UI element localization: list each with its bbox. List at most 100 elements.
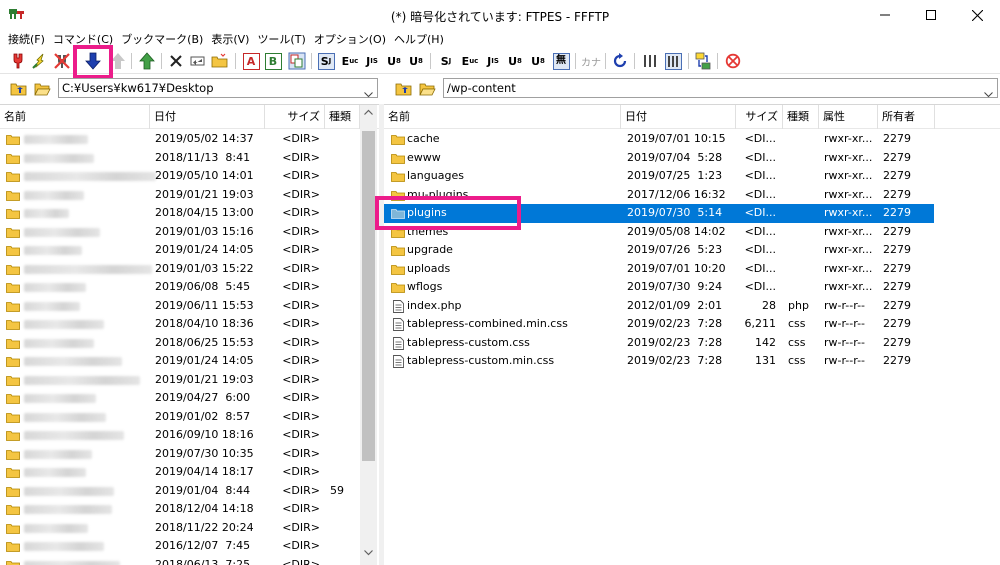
list-item[interactable]: 2019/01/04 8:44 <DIR> 59 xyxy=(0,482,379,501)
stop-icon[interactable] xyxy=(723,51,743,71)
menu-item[interactable]: 接続(F) xyxy=(4,31,49,47)
auto-mode-icon[interactable] xyxy=(287,51,307,71)
binary-mode-icon[interactable]: B xyxy=(263,51,283,71)
list-item[interactable]: 2019/01/03 15:22 <DIR> xyxy=(0,260,379,279)
remote-list-item-upgrade[interactable]: upgrade 2019/07/26 5:23 <DI... rwxr-xr... 22… xyxy=(384,241,1000,260)
local-parent-dir-icon[interactable] xyxy=(9,79,27,97)
euc-icon[interactable]: Euc xyxy=(340,51,360,71)
remote-path-combo[interactable]: /wp-content xyxy=(443,78,998,98)
list-item[interactable]: 2019/06/11 15:53 <DIR> xyxy=(0,297,379,316)
remote-column-owner[interactable]: 所有者 xyxy=(878,105,935,129)
scroll-up-icon[interactable] xyxy=(360,109,377,123)
menu-item[interactable]: ツール(T) xyxy=(253,31,309,47)
local-column-name[interactable]: 名前 xyxy=(0,105,150,129)
remote-column-type[interactable]: 種類 xyxy=(783,105,819,129)
disconnect-icon[interactable] xyxy=(52,51,72,71)
list-item[interactable]: 2016/12/07 7:45 <DIR> xyxy=(0,537,379,556)
sjis-icon[interactable]: SJ xyxy=(316,51,336,71)
download-icon[interactable] xyxy=(83,51,103,71)
remote-list-item-tablepress-combined-min-css[interactable]: tablepress-combined.min.css 2019/02/23 7:… xyxy=(384,315,1000,334)
remote-list-item-ewww[interactable]: ewww 2019/07/04 5:28 <DI... rwxr-xr... 2279 xyxy=(384,149,1000,168)
list-view-icon[interactable] xyxy=(640,51,660,71)
remote-list-item-mu-plugins[interactable]: mu-plugins 2017/12/06 16:32 <DI... rwxr-xr.… xyxy=(384,186,1000,205)
local-path-combo[interactable]: C:¥Users¥kw617¥Desktop xyxy=(58,78,378,98)
remote-parent-dir-icon[interactable] xyxy=(394,79,412,97)
local-file-list[interactable]: 名前 日付 サイズ 種類 2019/05/02 14:37 <DIR> 2018/1… xyxy=(0,104,379,565)
list-item[interactable]: 2019/07/30 10:35 <DIR> xyxy=(0,445,379,464)
list-item[interactable]: 2019/04/27 6:00 <DIR> xyxy=(0,389,379,408)
mirror-upload-icon[interactable] xyxy=(137,51,157,71)
remote-sjis-icon[interactable]: SJ xyxy=(436,51,456,71)
local-scroll-thumb[interactable] xyxy=(362,131,375,461)
local-open-folder-icon[interactable] xyxy=(33,79,51,97)
list-item[interactable]: 2018/04/10 18:36 <DIR> xyxy=(0,315,379,334)
remote-utf8-icon[interactable]: U8 xyxy=(505,51,525,71)
close-button[interactable] xyxy=(954,0,1000,30)
remote-column-size[interactable]: サイズ xyxy=(736,105,783,129)
remote-list-item-index-php[interactable]: index.php 2012/01/09 2:01 28 php rw-r--r-- 22… xyxy=(384,297,1000,316)
list-item[interactable]: 2018/11/13 8:41 <DIR> xyxy=(0,149,379,168)
menu-item[interactable]: 表示(V) xyxy=(207,31,253,47)
remote-file-list[interactable]: 名前 日付 サイズ 種類 属性 所有者 cache 2019/07/01 10:1… xyxy=(384,104,1000,565)
rename-icon[interactable] xyxy=(188,51,208,71)
menu-item[interactable]: ヘルプ(H) xyxy=(390,31,448,47)
remote-list-item-languages[interactable]: languages 2019/07/25 1:23 <DI... rwxr-xr...… xyxy=(384,167,1000,186)
list-item[interactable]: 2019/01/24 14:05 <DIR> xyxy=(0,241,379,260)
delete-icon[interactable] xyxy=(166,51,186,71)
list-item[interactable]: 2019/01/24 14:05 <DIR> xyxy=(0,352,379,371)
remote-open-folder-icon[interactable] xyxy=(418,79,436,97)
detail-view-icon[interactable] xyxy=(663,51,683,71)
remote-column-date[interactable]: 日付 xyxy=(621,105,736,129)
list-item[interactable]: 2019/01/21 19:03 <DIR> xyxy=(0,186,379,205)
connect-icon[interactable] xyxy=(8,51,28,71)
quick-connect-icon[interactable] xyxy=(30,51,50,71)
mkdir-icon[interactable] xyxy=(210,51,230,71)
menu-item[interactable]: コマンド(C) xyxy=(49,31,117,47)
kana-convert-icon[interactable]: カナ xyxy=(581,51,601,71)
list-item[interactable]: 2018/04/15 13:00 <DIR> xyxy=(0,204,379,223)
list-item[interactable]: 2018/06/25 15:53 <DIR> xyxy=(0,334,379,353)
utf8bom-icon[interactable]: U8 xyxy=(406,51,426,71)
scroll-down-icon[interactable] xyxy=(360,550,377,564)
list-item[interactable]: 2019/01/02 8:57 <DIR> xyxy=(0,408,379,427)
remote-jis-icon[interactable]: J IS xyxy=(483,51,503,71)
list-item[interactable]: 2019/04/14 18:17 <DIR> xyxy=(0,463,379,482)
menu-item[interactable]: ブックマーク(B) xyxy=(117,31,207,47)
maximize-button[interactable] xyxy=(908,0,954,30)
list-item[interactable]: 2018/06/13 7:25 <DIR> xyxy=(0,556,379,565)
list-item[interactable]: 2019/05/10 14:01 <DIR> xyxy=(0,167,379,186)
list-item[interactable]: 2019/01/21 19:03 <DIR> xyxy=(0,371,379,390)
remote-list-item-plugins[interactable]: plugins 2019/07/30 5:14 <DI... rwxr-xr... 22… xyxy=(384,204,1000,223)
local-scrollbar[interactable] xyxy=(360,105,377,565)
remote-list-item-tablepress-custom-min-css[interactable]: tablepress-custom.min.css 2019/02/23 7:28… xyxy=(384,352,1000,371)
utf8-icon[interactable]: U8 xyxy=(384,51,404,71)
upload-icon[interactable] xyxy=(108,51,128,71)
local-column-size[interactable]: サイズ xyxy=(265,105,325,129)
remote-list-item-cache[interactable]: cache 2019/07/01 10:15 <DI... rwxr-xr... 227… xyxy=(384,130,1000,149)
list-item[interactable]: 2018/12/04 14:18 <DIR> xyxy=(0,500,379,519)
list-item[interactable]: 2019/06/08 5:45 <DIR> xyxy=(0,278,379,297)
local-column-type[interactable]: 種類 xyxy=(325,105,360,129)
jis-icon[interactable]: J IS xyxy=(362,51,382,71)
minimize-button[interactable] xyxy=(862,0,908,30)
remote-utf8bom-icon[interactable]: U8 xyxy=(528,51,548,71)
remote-list-item-tablepress-custom-css[interactable]: tablepress-custom.css 2019/02/23 7:28 142 c… xyxy=(384,334,1000,353)
ascii-mode-icon[interactable]: A xyxy=(241,51,261,71)
list-item[interactable]: 2019/01/03 15:16 <DIR> xyxy=(0,223,379,242)
title-bar[interactable]: (*) 暗号化されています: FTPES - FFFTP xyxy=(0,0,1000,30)
menu-item[interactable]: オプション(O) xyxy=(310,31,390,47)
list-item[interactable]: 2018/11/22 20:24 <DIR> xyxy=(0,519,379,538)
list-item[interactable]: 2019/05/02 14:37 <DIR> xyxy=(0,130,379,149)
remote-column-attr[interactable]: 属性 xyxy=(819,105,878,129)
remote-euc-icon[interactable]: Euc xyxy=(460,51,480,71)
refresh-icon[interactable] xyxy=(610,51,630,71)
no-conversion-icon[interactable]: 無 xyxy=(551,51,571,71)
sync-icon[interactable] xyxy=(693,51,713,71)
remote-column-name[interactable]: 名前 xyxy=(384,105,621,129)
remote-list-item-wflogs[interactable]: wflogs 2019/07/30 9:24 <DI... rwxr-xr... 227… xyxy=(384,278,1000,297)
remote-list-item-uploads[interactable]: uploads 2019/07/01 10:20 <DI... rwxr-xr... 2… xyxy=(384,260,1000,279)
list-item[interactable]: 2016/09/10 18:16 <DIR> xyxy=(0,426,379,445)
redacted-name xyxy=(24,135,88,144)
local-column-date[interactable]: 日付 xyxy=(150,105,265,129)
remote-list-item-themes[interactable]: themes 2019/05/08 14:02 <DI... rwxr-xr... 22… xyxy=(384,223,1000,242)
